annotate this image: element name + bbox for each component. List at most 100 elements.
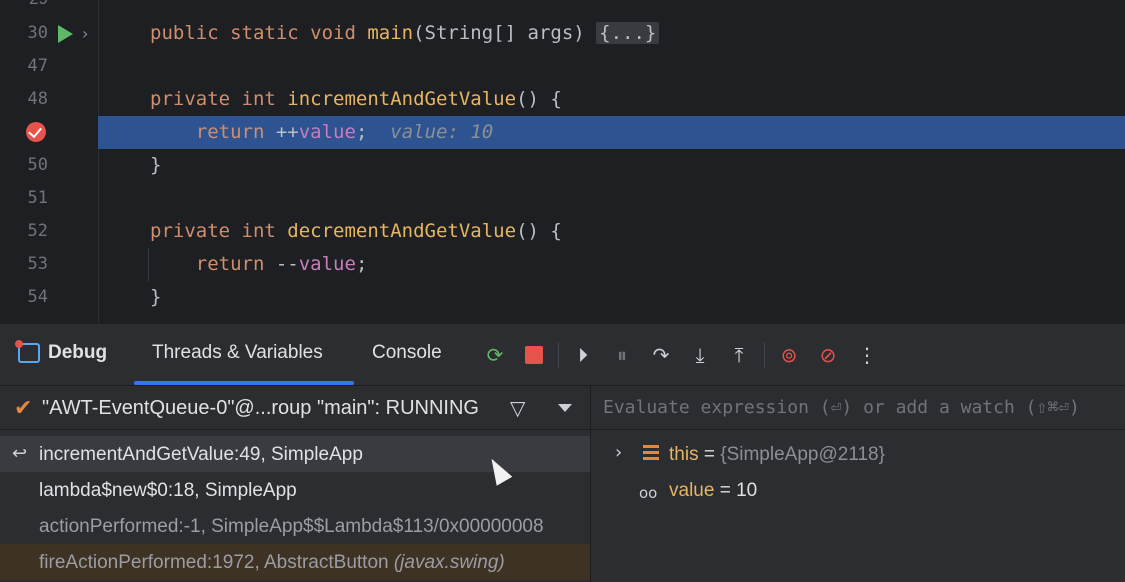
line-number: 53 — [27, 254, 48, 274]
frame-label: actionPerformed:-1, SimpleApp$$Lambda$11… — [39, 516, 544, 537]
frame-label: lambda$new$0:18, SimpleApp — [39, 480, 297, 501]
frame-label-wrap: fireActionPerformed:1972, AbstractButton… — [39, 552, 505, 574]
code-token: } — [150, 154, 162, 176]
variable-eq: = — [714, 480, 737, 501]
frames-panel: ✔ "AWT-EventQueue-0"@...roup "main": RUN… — [0, 386, 590, 582]
fold-chevron-icon[interactable]: › — [82, 24, 88, 43]
debug-tool-window: Debug Threads & Variables Console ⟳ ⏵ ⏸ … — [0, 324, 1125, 582]
code-line[interactable]: 51 — [0, 182, 1125, 215]
variable-row[interactable]: › this = {SimpleApp@2118} — [591, 436, 1125, 472]
variables-panel: Evaluate expression (⏎) or add a watch (… — [591, 386, 1125, 582]
code-line[interactable]: 47 — [0, 50, 1125, 83]
code-line[interactable]: 52 private int decrementAndGetValue() { — [0, 215, 1125, 248]
code-text: private int incrementAndGetValue() { — [150, 83, 562, 116]
step-over-icon[interactable]: ↷ — [648, 342, 674, 368]
code-token: -- — [275, 253, 299, 275]
code-token: } — [150, 286, 162, 308]
line-number: 52 — [27, 221, 48, 241]
debug-title[interactable]: Debug — [15, 340, 108, 364]
variable-row[interactable]: oo value = 10 — [591, 472, 1125, 508]
code-line[interactable]: 48 private int incrementAndGetValue() { — [0, 83, 1125, 116]
tab-threads-variables[interactable]: Threads & Variables — [152, 342, 323, 364]
variable-text: value = 10 — [669, 480, 757, 502]
check-icon: ✔ — [14, 396, 33, 421]
frame-row[interactable]: actionPerformed:-1, SimpleApp$$Lambda$11… — [0, 508, 590, 544]
variable-name: value — [669, 480, 715, 501]
view-breakpoints-icon[interactable]: ⊚ — [776, 342, 802, 368]
code-token: incrementAndGetValue — [287, 88, 517, 110]
variable-eq: = — [698, 444, 721, 465]
code-text: return ++value; value: 10 — [150, 116, 493, 149]
watch-icon: oo — [639, 484, 658, 502]
code-token: value — [298, 253, 356, 275]
variable-name: this — [669, 444, 699, 465]
code-token: ; — [355, 253, 368, 275]
code-token: (String[] args) — [413, 22, 597, 44]
frame-label: incrementAndGetValue:49, SimpleApp — [39, 444, 363, 465]
step-into-icon[interactable]: ⤓ — [687, 342, 713, 368]
rerun-icon[interactable]: ⟳ — [482, 342, 508, 368]
resume-icon[interactable]: ⏵ — [570, 342, 596, 368]
code-text: return --value; — [150, 248, 368, 281]
more-icon[interactable]: ⋮ — [854, 342, 880, 368]
code-text: } — [150, 281, 161, 314]
code-token: value — [298, 121, 356, 143]
variable-value: 10 — [736, 480, 758, 501]
code-token: return — [150, 253, 276, 275]
thread-selector[interactable]: ✔ "AWT-EventQueue-0"@...roup "main": RUN… — [0, 386, 590, 430]
frame-package: (javax.swing) — [393, 552, 505, 573]
code-token: main — [367, 22, 414, 44]
variable-value: {SimpleApp@2118} — [720, 444, 885, 465]
line-number: 54 — [27, 287, 48, 307]
toolbar-separator — [558, 342, 559, 368]
line-number: 51 — [27, 188, 48, 208]
code-token: return — [150, 121, 276, 143]
line-number-partial: 29 — [0, 0, 48, 15]
pause-icon[interactable]: ⏸ — [609, 342, 635, 368]
code-token: ++ — [275, 121, 299, 143]
code-text: public static void main(String[] args) {… — [150, 17, 660, 50]
object-icon — [643, 445, 659, 461]
execution-line[interactable]: return ++value; value: 10 — [0, 116, 1125, 149]
code-token: value: 10 — [390, 121, 494, 143]
line-number: 30 — [27, 23, 48, 43]
line-number: 47 — [27, 56, 48, 76]
line-number: 48 — [27, 89, 48, 109]
variable-text: this = {SimpleApp@2118} — [669, 444, 885, 466]
code-token: private int — [150, 220, 288, 242]
line-number: 50 — [27, 155, 48, 175]
thread-label: "AWT-EventQueue-0"@...roup "main": RUNNI… — [42, 397, 479, 419]
code-line[interactable]: 50} — [0, 149, 1125, 182]
tab-console[interactable]: Console — [372, 342, 442, 364]
current-frame-icon: ↩ — [12, 443, 28, 464]
evaluate-expression-input[interactable]: Evaluate expression (⏎) or add a watch (… — [591, 386, 1125, 430]
code-token: private int — [150, 88, 288, 110]
code-editor[interactable]: 29 30 › public static void main(String[] a… — [0, 0, 1125, 324]
chevron-down-icon[interactable] — [558, 404, 572, 412]
code-text: } — [150, 149, 161, 182]
mute-breakpoints-icon[interactable]: ⊘ — [815, 342, 841, 368]
stop-icon[interactable] — [521, 342, 547, 368]
code-token: ; — [355, 121, 391, 143]
run-gutter-icon[interactable] — [58, 25, 73, 43]
debug-icon — [15, 340, 40, 363]
code-line[interactable]: 30 › public static void main(String[] args… — [0, 17, 1125, 50]
code-token[interactable]: {...} — [596, 22, 660, 44]
frame-row[interactable]: fireActionPerformed:1972, AbstractButton… — [0, 544, 590, 580]
filter-icon[interactable]: ▽ — [510, 396, 525, 420]
step-out-icon[interactable]: ⤒ — [726, 342, 752, 368]
code-token: () { — [516, 220, 562, 242]
line-number — [0, 116, 48, 149]
frame-label: fireActionPerformed:1972, AbstractButton — [39, 552, 394, 573]
code-line[interactable]: 53 return --value; — [0, 248, 1125, 281]
active-tab-indicator — [134, 381, 354, 385]
debug-title-label: Debug — [48, 342, 108, 363]
chevron-right-icon[interactable]: › — [615, 442, 622, 463]
code-token: public static void — [150, 22, 368, 44]
code-text: private int decrementAndGetValue() { — [150, 215, 562, 248]
debug-toolbar: Debug Threads & Variables Console ⟳ ⏵ ⏸ … — [0, 324, 1125, 386]
code-token: decrementAndGetValue — [287, 220, 517, 242]
code-line[interactable]: 54} — [0, 281, 1125, 314]
toolbar-separator — [764, 342, 765, 368]
code-token: () { — [516, 88, 562, 110]
